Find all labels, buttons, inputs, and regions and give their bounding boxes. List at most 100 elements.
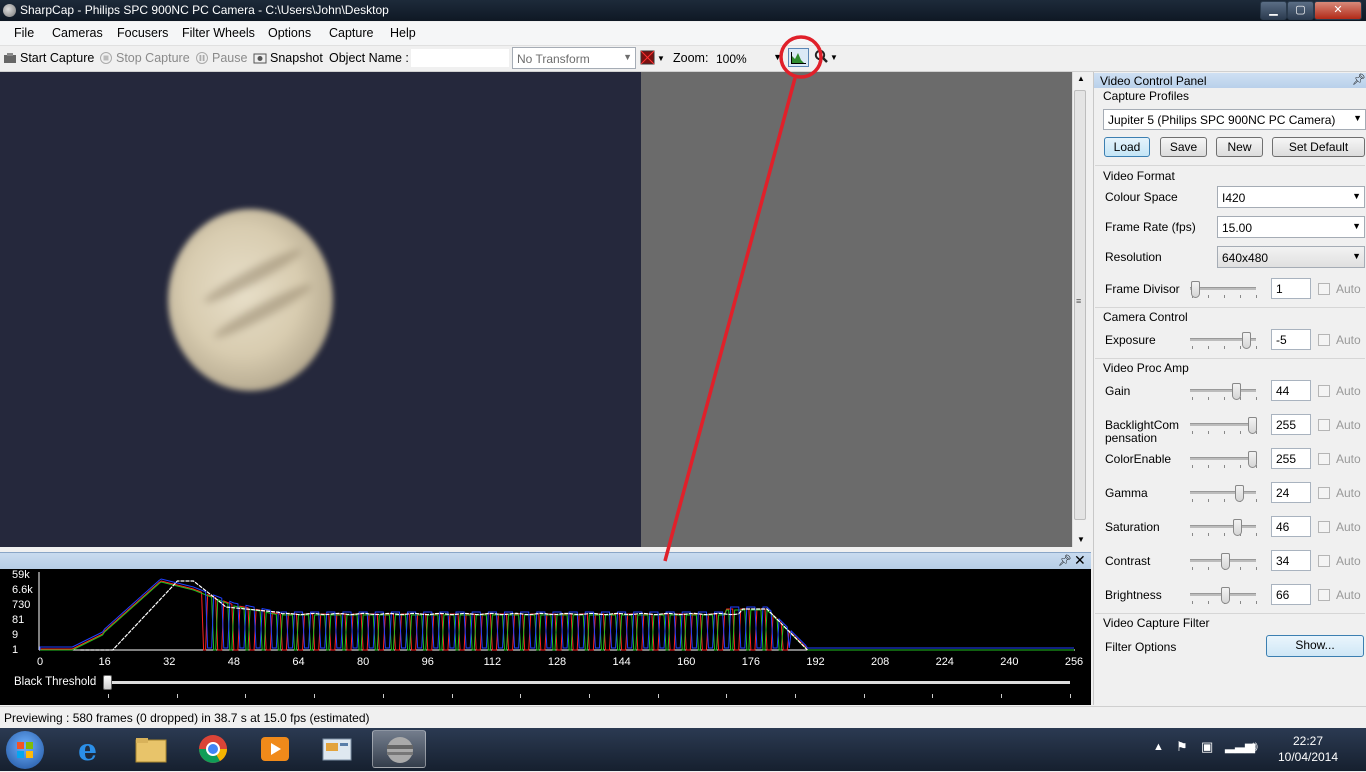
chevron-down-icon: ▼ xyxy=(623,52,632,62)
slider-tick xyxy=(1192,397,1193,400)
slider-tick xyxy=(1224,397,1225,400)
menu-focusers[interactable]: Focusers xyxy=(117,26,168,40)
close-button[interactable]: ✕ xyxy=(1314,1,1362,20)
sharpcap-taskbar-icon[interactable] xyxy=(372,730,426,768)
gain-slider[interactable] xyxy=(1232,383,1241,400)
gain-auto-checkbox[interactable] xyxy=(1318,385,1330,397)
saturation-slider[interactable] xyxy=(1233,519,1242,536)
stop-icon xyxy=(100,52,112,64)
menu-options[interactable]: Options xyxy=(268,26,311,40)
start-button-icon[interactable] xyxy=(6,731,44,769)
black-threshold-track[interactable] xyxy=(108,681,1070,684)
save-profile-button[interactable]: Save xyxy=(1160,137,1207,157)
contrast-slider[interactable] xyxy=(1221,553,1230,570)
menu-file[interactable]: File xyxy=(14,26,34,40)
section-divider xyxy=(1095,358,1365,359)
saturation-value-input[interactable] xyxy=(1271,516,1311,537)
explorer-taskbar-icon[interactable] xyxy=(124,730,178,768)
pin-icon[interactable]: 📌︎ xyxy=(1058,554,1072,567)
pause-button[interactable]: Pause xyxy=(195,51,247,65)
saturation-slider-track[interactable] xyxy=(1190,525,1256,528)
colorenable-auto-checkbox[interactable] xyxy=(1318,453,1330,465)
ie-taskbar-icon[interactable]: e xyxy=(62,730,116,768)
gain-label: Gain xyxy=(1105,384,1131,398)
control-panel-taskbar-icon[interactable] xyxy=(310,730,364,768)
frame-rate-dropdown[interactable]: 15.00 ▼ xyxy=(1217,216,1365,238)
menu-capture[interactable]: Capture xyxy=(329,26,373,40)
start-capture-button[interactable]: Start Capture xyxy=(3,51,94,65)
slider-tick xyxy=(1208,431,1209,434)
close-icon[interactable]: ✕ xyxy=(1074,552,1086,569)
slider-tick xyxy=(1192,567,1193,570)
chevron-down-icon: ▼ xyxy=(773,52,782,62)
new-profile-button[interactable]: New xyxy=(1216,137,1263,157)
colorenable-value-input[interactable] xyxy=(1271,448,1311,469)
colorenable-slider[interactable] xyxy=(1248,451,1257,468)
tray-expand-icon[interactable]: ▲ xyxy=(1153,741,1164,753)
slider-tick xyxy=(1192,499,1193,502)
scroll-down-icon[interactable]: ▼ xyxy=(1077,535,1085,544)
menu-help[interactable]: Help xyxy=(390,26,416,40)
show-filter-options-button[interactable]: Show... xyxy=(1266,635,1364,657)
backlight-compensation-value-input[interactable] xyxy=(1271,414,1311,435)
stop-capture-button[interactable]: Stop Capture xyxy=(99,51,190,65)
backlight-compensation-slider[interactable] xyxy=(1248,417,1257,434)
black-threshold-slider[interactable] xyxy=(103,675,112,690)
colour-space-dropdown[interactable]: I420 ▼ xyxy=(1217,186,1365,208)
set-default-profile-button[interactable]: Set Default xyxy=(1272,137,1365,157)
pin-icon[interactable]: 📌︎ xyxy=(1352,73,1366,86)
slider-tick xyxy=(1208,346,1209,349)
gain-slider-track[interactable] xyxy=(1190,389,1256,392)
frame-divisor-auto-checkbox[interactable] xyxy=(1318,283,1330,295)
volume-icon[interactable]: 🔊︎ xyxy=(1249,738,1258,755)
device-icon[interactable]: ▣ xyxy=(1201,739,1213,755)
camera-preview[interactable] xyxy=(0,72,641,547)
section-divider xyxy=(1095,307,1365,308)
backlight-compensation-slider-track[interactable] xyxy=(1190,423,1256,426)
backlight-compensation-auto-checkbox[interactable] xyxy=(1318,419,1330,431)
scroll-up-icon[interactable]: ▲ xyxy=(1077,74,1085,83)
gamma-slider[interactable] xyxy=(1235,485,1244,502)
contrast-auto-checkbox[interactable] xyxy=(1318,555,1330,567)
colorenable-slider-track[interactable] xyxy=(1190,457,1256,460)
resolution-label: Resolution xyxy=(1105,250,1162,264)
resolution-dropdown[interactable]: 640x480 ▼ xyxy=(1217,246,1365,268)
scrollbar-thumb[interactable]: ≡ xyxy=(1074,90,1086,520)
zoom-tool-button[interactable]: ▼ xyxy=(814,49,838,68)
snapshot-button[interactable]: Snapshot xyxy=(253,51,323,65)
frame-divisor-value-input[interactable] xyxy=(1271,278,1311,299)
colour-picker-button[interactable]: ▼ xyxy=(640,50,665,68)
transform-dropdown[interactable]: No Transform ▼ xyxy=(512,47,636,69)
maximize-button[interactable]: ▢ xyxy=(1287,1,1314,20)
colour-space-value: I420 xyxy=(1222,191,1246,205)
gain-value-input[interactable] xyxy=(1271,380,1311,401)
brightness-slider[interactable] xyxy=(1221,587,1230,604)
resolution-value: 640x480 xyxy=(1222,251,1269,265)
saturation-auto-checkbox[interactable] xyxy=(1318,521,1330,533)
menu-cameras[interactable]: Cameras xyxy=(52,26,103,40)
brightness-value-input[interactable] xyxy=(1271,584,1311,605)
gamma-auto-checkbox[interactable] xyxy=(1318,487,1330,499)
histogram-green-series xyxy=(40,581,1074,651)
exposure-slider[interactable] xyxy=(1242,332,1251,349)
exposure-auto-checkbox[interactable] xyxy=(1318,334,1330,346)
chrome-taskbar-icon[interactable] xyxy=(186,730,240,768)
minimize-button[interactable]: ▁ xyxy=(1260,1,1287,20)
frame-divisor-slider[interactable] xyxy=(1191,281,1200,298)
exposure-value-input[interactable] xyxy=(1271,329,1311,350)
object-name-input[interactable] xyxy=(410,48,510,68)
pause-icon xyxy=(196,52,208,64)
slider-tick xyxy=(1192,601,1193,604)
menu-filter-wheels[interactable]: Filter Wheels xyxy=(182,26,255,40)
gamma-slider-track[interactable] xyxy=(1190,491,1256,494)
load-profile-button[interactable]: Load xyxy=(1104,137,1150,157)
brightness-auto-checkbox[interactable] xyxy=(1318,589,1330,601)
gamma-value-input[interactable] xyxy=(1271,482,1311,503)
contrast-value-input[interactable] xyxy=(1271,550,1311,571)
media-player-taskbar-icon[interactable] xyxy=(248,730,302,768)
histogram-toggle-button[interactable] xyxy=(788,48,810,71)
flag-icon[interactable]: ⚑ xyxy=(1176,739,1188,755)
zoom-dropdown[interactable]: 100% ▼ xyxy=(712,47,786,69)
taskbar-clock[interactable]: 22:27 10/04/2014 xyxy=(1276,733,1340,765)
capture-profile-dropdown[interactable]: Jupiter 5 (Philips SPC 900NC PC Camera) … xyxy=(1103,109,1366,130)
